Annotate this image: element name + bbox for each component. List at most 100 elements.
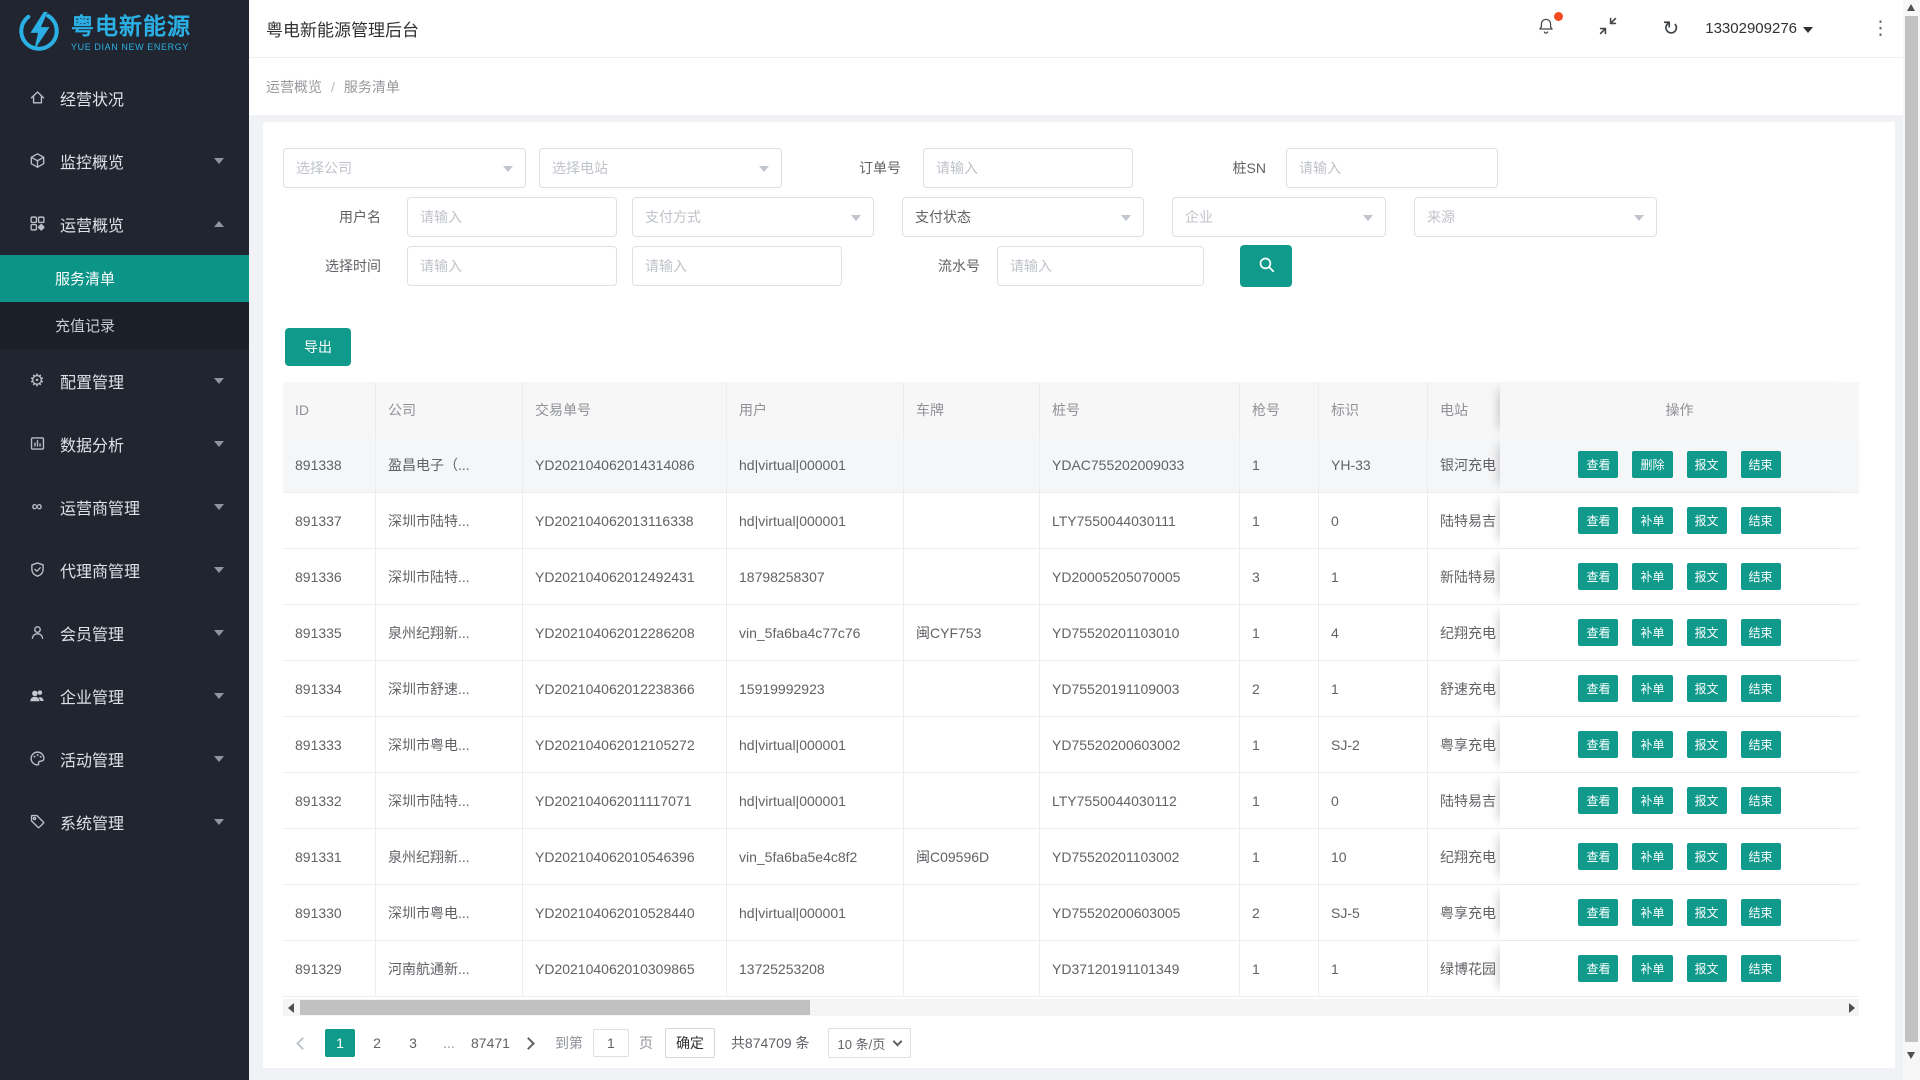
scroll-right-arrow-icon[interactable] xyxy=(1844,999,1859,1016)
prev-page-button[interactable] xyxy=(296,1037,309,1050)
cell-plate: 闽CYF753 xyxy=(904,605,1040,660)
view-button[interactable]: 查看 xyxy=(1578,899,1618,926)
finish-button[interactable]: 结束 xyxy=(1741,675,1781,702)
message-button[interactable]: 报文 xyxy=(1687,507,1727,534)
view-button[interactable]: 查看 xyxy=(1578,507,1618,534)
fullscreen-icon[interactable] xyxy=(1598,16,1618,41)
view-button[interactable]: 查看 xyxy=(1578,563,1618,590)
pile-sn-input[interactable] xyxy=(1286,148,1498,188)
station-select[interactable]: 选择电站 xyxy=(539,148,782,188)
sidebar-item-7[interactable]: 会员管理 xyxy=(0,601,249,664)
supplement-order-button[interactable]: 补单 xyxy=(1632,843,1672,870)
sidebar-item-5[interactable]: ∞运营商管理 xyxy=(0,475,249,538)
search-button[interactable] xyxy=(1240,245,1292,287)
table-body: 891338盈昌电子（...YD202104062014314086hd|vir… xyxy=(283,437,1859,997)
page-number-button[interactable]: 87471 xyxy=(471,1029,510,1057)
view-button[interactable]: 查看 xyxy=(1578,451,1618,478)
message-button[interactable]: 报文 xyxy=(1687,899,1727,926)
finish-button[interactable]: 结束 xyxy=(1741,787,1781,814)
message-button[interactable]: 报文 xyxy=(1687,731,1727,758)
serial-no-input[interactable] xyxy=(997,246,1204,286)
cell-company: 深圳市陆特... xyxy=(376,549,523,604)
notification-bell-button[interactable] xyxy=(1536,16,1556,41)
breadcrumb-parent[interactable]: 运营概览 xyxy=(266,77,322,97)
scroll-left-arrow-icon[interactable] xyxy=(283,999,298,1016)
export-button[interactable]: 导出 xyxy=(285,328,351,366)
finish-button[interactable]: 结束 xyxy=(1741,955,1781,982)
row-actions: 查看补单报文结束 xyxy=(1500,549,1859,604)
sidebar-item-3[interactable]: ⚙配置管理 xyxy=(0,349,249,412)
vertical-scrollbar-thumb[interactable] xyxy=(1905,16,1918,1042)
view-button[interactable]: 查看 xyxy=(1578,619,1618,646)
page-number-button[interactable]: 1 xyxy=(325,1029,355,1057)
finish-button[interactable]: 结束 xyxy=(1741,507,1781,534)
view-button[interactable]: 查看 xyxy=(1578,675,1618,702)
supplement-order-button[interactable]: 补单 xyxy=(1632,563,1672,590)
kebab-menu-icon[interactable]: ⋮ xyxy=(1871,17,1890,40)
finish-button[interactable]: 结束 xyxy=(1741,451,1781,478)
enterprise-select[interactable]: 企业 xyxy=(1172,197,1386,237)
scroll-up-arrow-icon[interactable] xyxy=(1907,4,1915,11)
pay-method-select[interactable]: 支付方式 xyxy=(632,197,874,237)
view-button[interactable]: 查看 xyxy=(1578,787,1618,814)
cell-id: 891334 xyxy=(283,661,376,716)
message-button[interactable]: 报文 xyxy=(1687,619,1727,646)
sidebar-subitem-1[interactable]: 充值记录 xyxy=(0,302,249,349)
message-button[interactable]: 报文 xyxy=(1687,563,1727,590)
refresh-icon[interactable]: ↻ xyxy=(1662,19,1679,39)
supplement-order-button[interactable]: 补单 xyxy=(1632,731,1672,758)
finish-button[interactable]: 结束 xyxy=(1741,563,1781,590)
sidebar-item-0[interactable]: 经营状况 xyxy=(0,66,249,129)
order-no-input[interactable] xyxy=(923,148,1133,188)
finish-button[interactable]: 结束 xyxy=(1741,619,1781,646)
company-select[interactable]: 选择公司 xyxy=(283,148,526,188)
source-select[interactable]: 来源 xyxy=(1414,197,1657,237)
message-button[interactable]: 报文 xyxy=(1687,955,1727,982)
vertical-scrollbar[interactable] xyxy=(1903,0,1920,1080)
sidebar-item-2[interactable]: 运营概览 xyxy=(0,192,249,255)
finish-button[interactable]: 结束 xyxy=(1741,899,1781,926)
supplement-order-button[interactable]: 补单 xyxy=(1632,507,1672,534)
table-row: 891331泉州纪翔新...YD202104062010546396vin_5f… xyxy=(283,829,1859,885)
view-button[interactable]: 查看 xyxy=(1578,731,1618,758)
view-button[interactable]: 查看 xyxy=(1578,843,1618,870)
horizontal-scrollbar-thumb[interactable] xyxy=(300,1000,810,1015)
page-number-button[interactable]: 2 xyxy=(363,1029,391,1057)
confirm-button[interactable]: 确定 xyxy=(665,1028,715,1058)
username-input[interactable] xyxy=(407,197,617,237)
delete-button[interactable]: 删除 xyxy=(1632,451,1672,478)
message-button[interactable]: 报文 xyxy=(1687,675,1727,702)
account-menu[interactable]: 13302909276 xyxy=(1705,20,1813,37)
total-count-label: 共874709 条 xyxy=(731,1033,810,1053)
supplement-order-button[interactable]: 补单 xyxy=(1632,619,1672,646)
sidebar-item-9[interactable]: 活动管理 xyxy=(0,727,249,790)
supplement-order-button[interactable]: 补单 xyxy=(1632,787,1672,814)
sidebar-item-4[interactable]: 数据分析 xyxy=(0,412,249,475)
sidebar-item-1[interactable]: 监控概览 xyxy=(0,129,249,192)
scroll-down-arrow-icon[interactable] xyxy=(1907,1052,1915,1059)
supplement-order-button[interactable]: 补单 xyxy=(1632,899,1672,926)
chevron-up-icon xyxy=(214,221,224,227)
message-button[interactable]: 报文 xyxy=(1687,787,1727,814)
page-size-select[interactable]: 10 条/页 xyxy=(828,1028,912,1058)
time-end-input[interactable] xyxy=(632,246,842,286)
finish-button[interactable]: 结束 xyxy=(1741,731,1781,758)
view-button[interactable]: 查看 xyxy=(1578,955,1618,982)
page-number-button[interactable]: 3 xyxy=(399,1029,427,1057)
supplement-order-button[interactable]: 补单 xyxy=(1632,675,1672,702)
pay-status-select[interactable]: 支付状态 xyxy=(902,197,1144,237)
sidebar-item-10[interactable]: 系统管理 xyxy=(0,790,249,853)
supplement-order-button[interactable]: 补单 xyxy=(1632,955,1672,982)
horizontal-scrollbar[interactable] xyxy=(283,999,1859,1016)
message-button[interactable]: 报文 xyxy=(1687,451,1727,478)
sidebar-subitem-0[interactable]: 服务清单 xyxy=(0,255,249,302)
filter-panel: 选择公司 选择电站 订单号 桩SN 用户名 xyxy=(283,148,1895,286)
message-button[interactable]: 报文 xyxy=(1687,843,1727,870)
goto-page-input[interactable]: 1 xyxy=(593,1029,629,1057)
finish-button[interactable]: 结束 xyxy=(1741,843,1781,870)
sidebar-item-6[interactable]: 代理商管理 xyxy=(0,538,249,601)
sidebar-item-8[interactable]: 企业管理 xyxy=(0,664,249,727)
next-page-button[interactable] xyxy=(522,1037,535,1050)
time-start-input[interactable] xyxy=(407,246,617,286)
cell-company: 盈昌电子（... xyxy=(376,437,523,492)
